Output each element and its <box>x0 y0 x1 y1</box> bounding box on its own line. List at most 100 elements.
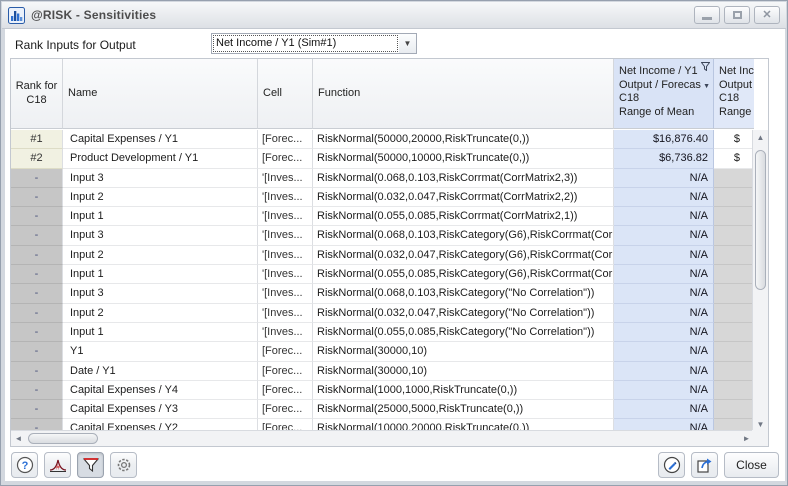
rank-cell[interactable]: - <box>11 265 63 284</box>
name-cell[interactable]: Product Development / Y1 <box>63 149 258 168</box>
function-cell[interactable]: RiskNormal(0.068,0.103,RiskCategory(G6),… <box>313 226 614 245</box>
table-row[interactable]: #1Capital Expenses / Y1[Forec...RiskNorm… <box>11 130 754 149</box>
table-row[interactable]: #2Product Development / Y1[Forec...RiskN… <box>11 149 754 168</box>
cell-ref-cell[interactable]: '[Inves... <box>258 304 313 323</box>
range-of-mean-2-cell[interactable] <box>714 246 754 265</box>
horizontal-scroll-thumb[interactable] <box>28 433 98 444</box>
range-of-mean-2-cell[interactable] <box>714 188 754 207</box>
range-of-mean-cell[interactable]: N/A <box>614 207 714 226</box>
rank-cell[interactable]: - <box>11 226 63 245</box>
table-row[interactable]: -Date / Y1[Forec...RiskNormal(30000,10)N… <box>11 362 754 381</box>
filter-button[interactable] <box>77 452 104 478</box>
edit-report-button[interactable] <box>658 452 685 478</box>
name-cell[interactable]: Input 2 <box>63 188 258 207</box>
name-cell[interactable]: Capital Expenses / Y1 <box>63 130 258 149</box>
rank-cell[interactable]: - <box>11 381 63 400</box>
range-of-mean-2-cell[interactable] <box>714 362 754 381</box>
cell-ref-cell[interactable]: [Forec... <box>258 381 313 400</box>
output-dropdown[interactable]: Net Income / Y1 (Sim#1) ▼ <box>211 33 417 54</box>
range-of-mean-2-cell[interactable] <box>714 381 754 400</box>
table-row[interactable]: -Input 3'[Inves...RiskNormal(0.068,0.103… <box>11 284 754 303</box>
name-cell[interactable]: Input 2 <box>63 246 258 265</box>
function-cell[interactable]: RiskNormal(50000,10000,RiskTruncate(0,)) <box>313 149 614 168</box>
function-cell[interactable]: RiskNormal(0.068,0.103,RiskCorrmat(CorrM… <box>313 169 614 188</box>
cell-ref-cell[interactable]: [Forec... <box>258 362 313 381</box>
column-header-net-income-2[interactable]: Net Income / Output / For C18 Range of M… <box>714 59 754 129</box>
cell-ref-cell[interactable]: [Forec... <box>258 130 313 149</box>
range-of-mean-2-cell[interactable] <box>714 400 754 419</box>
name-cell[interactable]: Capital Expenses / Y4 <box>63 381 258 400</box>
close-window-button[interactable]: ✕ <box>754 6 780 24</box>
cell-ref-cell[interactable]: '[Inves... <box>258 188 313 207</box>
function-cell[interactable]: RiskNormal(0.068,0.103,RiskCategory("No … <box>313 284 614 303</box>
rank-cell[interactable]: #2 <box>11 149 63 168</box>
table-row[interactable]: -Y1[Forec...RiskNormal(30000,10)N/A <box>11 342 754 361</box>
cell-ref-cell[interactable]: '[Inves... <box>258 169 313 188</box>
range-of-mean-cell[interactable]: N/A <box>614 246 714 265</box>
cell-ref-cell[interactable]: '[Inves... <box>258 207 313 226</box>
range-of-mean-2-cell[interactable] <box>714 169 754 188</box>
range-of-mean-cell[interactable]: N/A <box>614 381 714 400</box>
table-row[interactable]: -Capital Expenses / Y4[Forec...RiskNorma… <box>11 381 754 400</box>
range-of-mean-cell[interactable]: N/A <box>614 304 714 323</box>
function-cell[interactable]: RiskNormal(0.055,0.085,RiskCorrmat(CorrM… <box>313 207 614 226</box>
filter-funnel-icon[interactable] <box>701 62 710 74</box>
name-cell[interactable]: Date / Y1 <box>63 362 258 381</box>
name-cell[interactable]: Input 1 <box>63 265 258 284</box>
scroll-up-icon[interactable]: ▲ <box>753 130 768 145</box>
function-cell[interactable]: RiskNormal(30000,10) <box>313 342 614 361</box>
range-of-mean-cell[interactable]: N/A <box>614 362 714 381</box>
range-of-mean-2-cell[interactable] <box>714 284 754 303</box>
rank-cell[interactable]: - <box>11 304 63 323</box>
horizontal-scrollbar[interactable]: ◄ ► <box>11 430 754 446</box>
function-cell[interactable]: RiskNormal(0.055,0.085,RiskCategory("No … <box>313 323 614 342</box>
name-cell[interactable]: Y1 <box>63 342 258 361</box>
function-cell[interactable]: RiskNormal(50000,20000,RiskTruncate(0,)) <box>313 130 614 149</box>
name-cell[interactable]: Input 3 <box>63 284 258 303</box>
range-of-mean-cell[interactable]: N/A <box>614 169 714 188</box>
table-row[interactable]: -Input 2'[Inves...RiskNormal(0.032,0.047… <box>11 304 754 323</box>
column-header-rank[interactable]: Rank for C18 <box>11 59 63 129</box>
range-of-mean-2-cell[interactable] <box>714 265 754 284</box>
range-of-mean-2-cell[interactable] <box>714 304 754 323</box>
range-of-mean-cell[interactable]: N/A <box>614 323 714 342</box>
close-button[interactable]: Close <box>724 452 779 478</box>
function-cell[interactable]: RiskNormal(0.055,0.085,RiskCategory(G6),… <box>313 265 614 284</box>
cell-ref-cell[interactable]: '[Inves... <box>258 323 313 342</box>
rank-cell[interactable]: - <box>11 400 63 419</box>
cell-ref-cell[interactable]: '[Inves... <box>258 265 313 284</box>
column-header-name[interactable]: Name <box>63 59 258 129</box>
table-row[interactable]: -Input 2'[Inves...RiskNormal(0.032,0.047… <box>11 188 754 207</box>
name-cell[interactable]: Input 1 <box>63 207 258 226</box>
name-cell[interactable]: Input 2 <box>63 304 258 323</box>
function-cell[interactable]: RiskNormal(0.032,0.047,RiskCategory(G6),… <box>313 246 614 265</box>
rank-cell[interactable]: - <box>11 323 63 342</box>
column-header-net-income-1[interactable]: ▼ Net Income / Y1 Output / Forecas C18 R… <box>614 59 714 129</box>
table-row[interactable]: -Input 1'[Inves...RiskNormal(0.055,0.085… <box>11 207 754 226</box>
name-cell[interactable]: Input 3 <box>63 169 258 188</box>
settings-button[interactable] <box>110 452 137 478</box>
column-header-function[interactable]: Function <box>313 59 614 129</box>
function-cell[interactable]: RiskNormal(1000,1000,RiskTruncate(0,)) <box>313 381 614 400</box>
name-cell[interactable]: Capital Expenses / Y3 <box>63 400 258 419</box>
function-cell[interactable]: RiskNormal(30000,10) <box>313 362 614 381</box>
range-of-mean-2-cell[interactable] <box>714 207 754 226</box>
vertical-scroll-thumb[interactable] <box>755 150 766 290</box>
range-of-mean-cell[interactable]: $16,876.40 <box>614 130 714 149</box>
function-cell[interactable]: RiskNormal(0.032,0.047,RiskCorrmat(CorrM… <box>313 188 614 207</box>
function-cell[interactable]: RiskNormal(25000,5000,RiskTruncate(0,)) <box>313 400 614 419</box>
maximize-button[interactable] <box>724 6 750 24</box>
rank-cell[interactable]: - <box>11 169 63 188</box>
help-button[interactable]: ? <box>11 452 38 478</box>
range-of-mean-2-cell[interactable] <box>714 342 754 361</box>
export-button[interactable] <box>691 452 718 478</box>
range-of-mean-2-cell[interactable]: $ <box>714 149 754 168</box>
cell-ref-cell[interactable]: '[Inves... <box>258 284 313 303</box>
table-row[interactable]: -Input 1'[Inves...RiskNormal(0.055,0.085… <box>11 323 754 342</box>
range-of-mean-cell[interactable]: N/A <box>614 265 714 284</box>
range-of-mean-cell[interactable]: N/A <box>614 284 714 303</box>
cell-ref-cell[interactable]: '[Inves... <box>258 246 313 265</box>
minimize-button[interactable] <box>694 6 720 24</box>
distribution-button[interactable]: # <box>44 452 71 478</box>
table-row[interactable]: -Input 1'[Inves...RiskNormal(0.055,0.085… <box>11 265 754 284</box>
